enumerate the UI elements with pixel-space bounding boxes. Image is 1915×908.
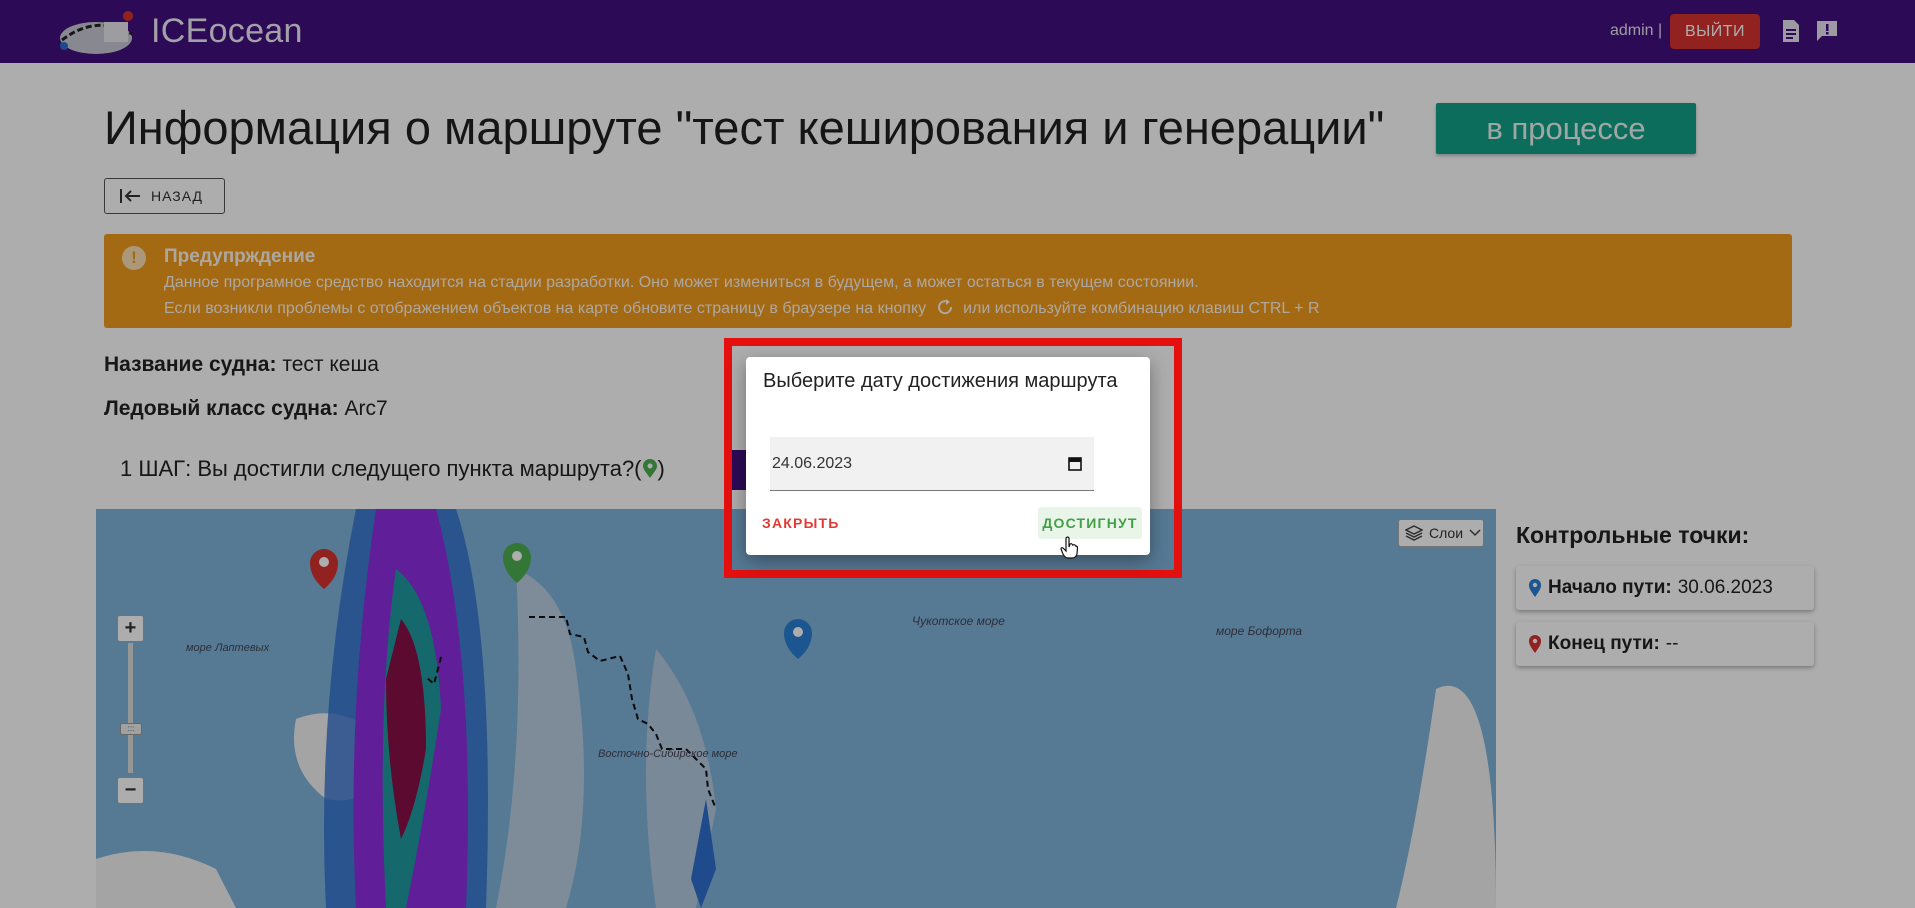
date-value: 24.06.2023: [772, 454, 853, 472]
close-button[interactable]: ЗАКРЫТЬ: [762, 515, 839, 531]
reached-button[interactable]: ДОСТИГНУТ: [1038, 507, 1142, 539]
date-dialog: Выберите дату достижения маршрута 24.06.…: [746, 357, 1150, 555]
dialog-title: Выберите дату достижения маршрута: [763, 370, 1118, 392]
hand-cursor-icon: [1060, 536, 1078, 559]
calendar-icon[interactable]: [1068, 456, 1082, 471]
date-input[interactable]: 24.06.2023: [770, 437, 1094, 491]
